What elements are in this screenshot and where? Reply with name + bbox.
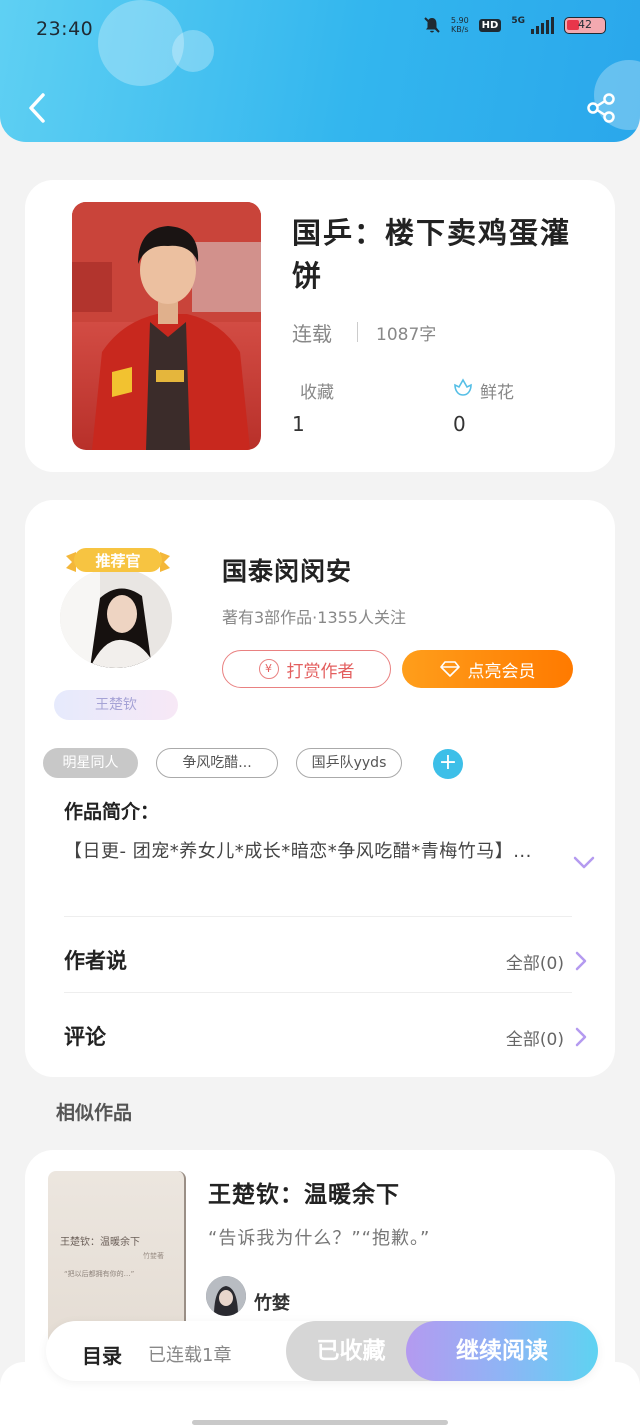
author-says-all[interactable]: 全部(0) [506, 949, 564, 974]
status-time: 23:40 [36, 18, 94, 40]
status-icons: 5.90 KB/s HD 5G 42 [423, 16, 606, 34]
battery-icon: 42 [564, 16, 606, 34]
author-avatar-image [60, 568, 172, 668]
favorites-label: 收藏 [300, 383, 334, 403]
divider [64, 992, 572, 993]
decor-bubble-small [172, 30, 214, 72]
continue-reading-button[interactable]: 继续阅读 [406, 1321, 598, 1381]
net-speed-unit: KB/s [450, 25, 469, 34]
flowers-value: 0 [453, 412, 466, 436]
add-tag-button[interactable]: + [433, 749, 463, 779]
net-speed: 5.90 KB/s [451, 16, 469, 34]
divider [64, 916, 572, 917]
similar-works-title: 相似作品 [56, 1102, 133, 1124]
book-cover-illustration [72, 202, 261, 450]
hd-badge: HD [478, 18, 502, 32]
battery-level: 42 [578, 17, 592, 31]
signal-label: 5G [511, 16, 525, 26]
flower-icon [454, 378, 472, 396]
author-name-tag: 王楚钦 [54, 690, 178, 720]
toc-button[interactable]: 目录 [82, 1340, 122, 1369]
comments-label[interactable]: 评论 [64, 1021, 106, 1051]
tip-author-label: 打赏作者 [286, 661, 355, 682]
chevron-right-icon[interactable] [574, 950, 588, 972]
book-status: 连载 [292, 322, 332, 346]
vip-button[interactable]: 点亮会员 [402, 650, 573, 688]
author-avatar [60, 568, 172, 668]
similar-work-author: 竹婪 [254, 1293, 290, 1314]
author-name[interactable]: 国泰闵闵安 [222, 552, 352, 588]
recommender-badge-text: 推荐官 [95, 552, 140, 570]
tag-chip[interactable]: 明星同人 [43, 748, 138, 778]
similar-author-avatar [206, 1276, 246, 1316]
share-button[interactable] [584, 90, 618, 126]
toc-chapter-count[interactable]: 已连载1章 [148, 1341, 231, 1367]
similar-work-desc: “告诉我为什么？”“抱歉。” [208, 1228, 431, 1249]
book-word-count: 1087字 [376, 325, 437, 345]
cover-title-text: 王楚钦：温暖余下 [60, 1237, 140, 1248]
chevron-right-icon[interactable] [574, 1026, 588, 1048]
signal-bars-icon [531, 16, 554, 34]
yen-coin-icon: ¥ [258, 659, 279, 679]
author-says-label[interactable]: 作者说 [64, 945, 127, 975]
home-indicator[interactable] [192, 1420, 448, 1425]
back-button[interactable] [22, 90, 52, 126]
chevron-left-icon [29, 93, 45, 123]
vip-label: 点亮会员 [467, 661, 536, 682]
recommender-badge: 推荐官 [66, 548, 170, 572]
author-meta: 著有3部作品·1355人关注 [222, 608, 406, 627]
top-header: 23:40 5.90 KB/s HD 5G 42 [0, 0, 640, 142]
book-title: 国乒：楼下卖鸡蛋灌饼 [292, 216, 572, 293]
similar-work-title[interactable]: 王楚钦：温暖余下 [208, 1175, 400, 1209]
diamond-icon [439, 661, 460, 677]
mute-bell-icon [424, 17, 440, 33]
book-cover[interactable] [72, 202, 261, 450]
flowers-label: 鲜花 [480, 383, 514, 403]
tag-chip[interactable]: 国乒队yyds [296, 748, 402, 778]
cover-author-text: 竹婪著 [143, 1252, 164, 1260]
net-speed-value: 5.90 [450, 16, 469, 25]
chevron-down-icon[interactable] [572, 855, 596, 871]
comments-all[interactable]: 全部(0) [506, 1025, 564, 1050]
cover-quote-text: “把以后都拥有你的…” [64, 1270, 135, 1278]
decor-bubble-large [98, 0, 184, 86]
meta-divider [357, 322, 358, 342]
similar-author-avatar-image [206, 1276, 246, 1316]
intro-text[interactable]: 【日更- 团宠*养女儿*成长*暗恋*争风吃醋*青梅竹马】... [64, 840, 534, 864]
favorites-value: 1 [292, 412, 305, 436]
share-icon [587, 93, 615, 123]
intro-title: 作品简介： [64, 801, 160, 823]
tip-author-button[interactable]: ¥ 打赏作者 [222, 650, 391, 688]
tag-chip[interactable]: 争风吃醋... [156, 748, 278, 778]
